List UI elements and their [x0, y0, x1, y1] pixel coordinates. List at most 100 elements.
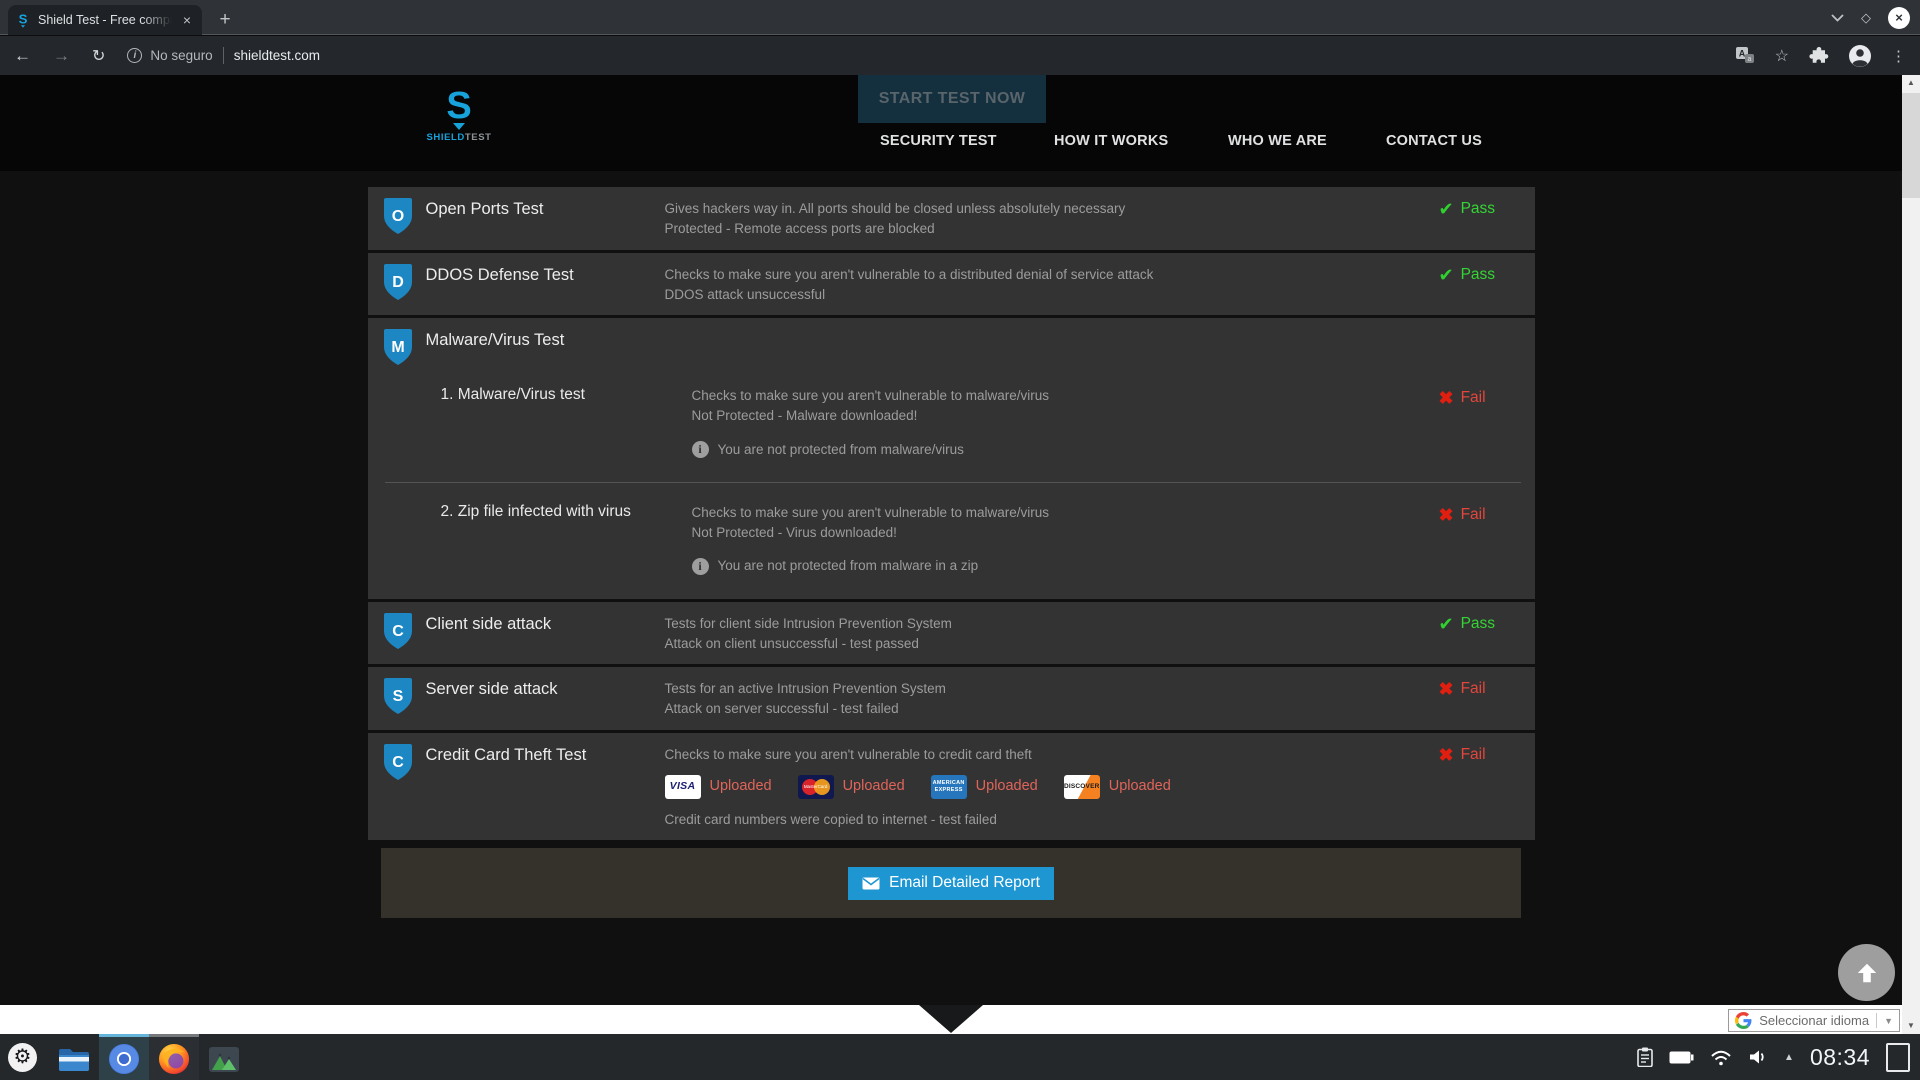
uploaded-label: Uploaded [976, 776, 1038, 798]
shieldtest-logo[interactable]: S SHIELDTEST [424, 85, 494, 143]
fail-x-icon: ✖ [1439, 506, 1454, 524]
shield-logo-icon: S [437, 85, 481, 131]
test-desc: Tests for client side Intrusion Preventi… [665, 614, 1439, 634]
email-report-panel: Email Detailed Report [381, 848, 1521, 918]
scroll-to-top-button[interactable] [1838, 944, 1895, 1001]
status-badge: ✖Fail [1439, 386, 1523, 460]
nav-security-test[interactable]: SECURITY TEST [880, 133, 997, 149]
browser-toolbar: ← → ↻ i No seguro shieldtest.com Aa ☆ ⋮ [0, 36, 1920, 75]
battery-icon[interactable] [1669, 1051, 1694, 1064]
svg-text:D: D [392, 274, 404, 291]
extensions-puzzle-icon[interactable] [1809, 46, 1829, 66]
test-row-credit-card: C Credit Card Theft Test Checks to make … [368, 733, 1535, 841]
test-result-text: Not Protected - Malware downloaded! [692, 406, 1439, 426]
page-viewport: S SHIELDTEST START TEST NOW SECURITY TES… [0, 75, 1902, 1034]
taskbar-green-app[interactable] [199, 1034, 249, 1080]
browser-scrollbar[interactable]: ▲ ▼ [1902, 75, 1920, 1034]
window-controls: ◇ × [1831, 0, 1910, 35]
test-desc: Checks to make sure you aren't vulnerabl… [692, 386, 1439, 406]
svg-text:A: A [1738, 48, 1745, 58]
firefox-icon [158, 1043, 190, 1075]
scrollbar-thumb[interactable] [1902, 93, 1920, 198]
svg-text:a: a [1747, 56, 1751, 63]
test-title: Client side attack [413, 612, 665, 655]
tray-expand-icon[interactable]: ▲ [1784, 1052, 1794, 1063]
taskbar-firefox[interactable] [149, 1034, 199, 1080]
fail-x-icon: ✖ [1439, 389, 1454, 407]
status-badge: ✖Fail [1439, 503, 1523, 577]
new-tab-button[interactable]: + [212, 7, 238, 33]
reload-button[interactable]: ↻ [92, 46, 105, 66]
google-g-icon [1735, 1012, 1752, 1029]
subtest-label: 2. Zip file infected with virus [441, 503, 692, 577]
start-test-now-button[interactable]: START TEST NOW [858, 75, 1046, 123]
google-translate-widget[interactable]: Seleccionar idioma ▼ [1728, 1009, 1900, 1032]
window-close-button[interactable]: × [1888, 7, 1910, 29]
email-detailed-report-button[interactable]: Email Detailed Report [848, 867, 1054, 900]
tab-title: Shield Test - Free comprehens [38, 13, 172, 27]
mastercard-card-icon: MasterCard [798, 775, 834, 799]
translate-dropdown-icon[interactable]: ▼ [1884, 1016, 1893, 1026]
site-info-icon[interactable]: i [127, 48, 142, 63]
volume-icon[interactable] [1748, 1048, 1768, 1066]
clipboard-icon[interactable] [1637, 1047, 1653, 1067]
test-result-text: Attack on server successful - test faile… [665, 699, 1439, 719]
test-row-open-ports: O Open Ports Test Gives hackers way in. … [368, 187, 1535, 250]
toolbar-right-icons: Aa ☆ ⋮ [1735, 45, 1906, 67]
status-badge: ✖Fail [1439, 677, 1523, 720]
wifi-icon[interactable] [1710, 1049, 1732, 1066]
app-menu-button[interactable]: ⚙ [8, 1043, 37, 1072]
browser-menu-icon[interactable]: ⋮ [1891, 47, 1906, 65]
subtest-label: 1. Malware/Virus test [441, 386, 692, 460]
show-desktop-button[interactable] [1886, 1043, 1910, 1072]
up-arrow-icon [1854, 960, 1880, 986]
uploaded-label: Uploaded [843, 776, 905, 798]
svg-text:S: S [392, 688, 403, 705]
nav-how-it-works[interactable]: HOW IT WORKS [1054, 133, 1168, 149]
status-badge: ✔Pass [1439, 197, 1523, 240]
forward-button[interactable]: → [53, 46, 70, 66]
test-result-text: Credit card numbers were copied to inter… [665, 810, 1439, 830]
profile-avatar[interactable] [1849, 45, 1871, 67]
tab-close-icon[interactable]: × [179, 12, 195, 28]
test-title: Credit Card Theft Test [413, 743, 665, 831]
test-desc: Tests for an active Intrusion Prevention… [665, 679, 1439, 699]
pass-check-icon: ✔ [1439, 200, 1454, 218]
security-label: No seguro [150, 48, 212, 63]
window-maximize-icon[interactable]: ◇ [1861, 10, 1871, 26]
window-shade-icon[interactable] [1831, 14, 1844, 22]
test-result-text: DDOS attack unsuccessful [665, 285, 1439, 305]
discover-card-icon: DISCOVER [1064, 775, 1100, 799]
status-badge: ✖Fail [1439, 743, 1523, 831]
envelope-icon [862, 877, 880, 890]
page-bottom-strip [0, 1005, 1902, 1034]
test-results-list: O Open Ports Test Gives hackers way in. … [368, 187, 1535, 840]
test-title: Malware/Virus Test [413, 328, 665, 366]
scrollbar-up-icon[interactable]: ▲ [1902, 75, 1920, 91]
taskbar-clock[interactable]: 08:34 [1810, 1044, 1870, 1071]
test-result-text: Attack on client unsuccessful - test pas… [665, 634, 1439, 654]
logo-text-shield: SHIELD [426, 132, 464, 143]
browser-tab[interactable]: S Shield Test - Free comprehens × [8, 5, 202, 35]
status-badge: ✔Pass [1439, 263, 1523, 306]
logo-text-test: TEST [465, 132, 492, 143]
test-row-client-side: C Client side attack Tests for client si… [368, 602, 1535, 665]
nav-contact-us[interactable]: CONTACT US [1386, 133, 1482, 149]
taskbar-chromium[interactable] [99, 1034, 149, 1080]
taskbar-file-manager[interactable] [49, 1034, 99, 1080]
svg-text:C: C [392, 754, 404, 771]
translate-icon[interactable]: Aa [1735, 46, 1755, 66]
test-result-text: Not Protected - Virus downloaded! [692, 523, 1439, 543]
bookmark-star-icon[interactable]: ☆ [1775, 46, 1789, 66]
scrollbar-down-icon[interactable]: ▼ [1902, 1018, 1920, 1034]
fail-x-icon: ✖ [1439, 746, 1454, 764]
screen: S Shield Test - Free comprehens × + ◇ × … [0, 0, 1920, 1080]
url-text[interactable]: shieldtest.com [234, 48, 320, 63]
test-row-malware-virus: M Malware/Virus Test 1. Malware/Virus te… [368, 318, 1535, 599]
nav-who-we-are[interactable]: WHO WE ARE [1228, 133, 1327, 149]
taskbar: ⚙ ▲ 08:34 [0, 1034, 1920, 1080]
back-button[interactable]: ← [14, 46, 31, 66]
pass-check-icon: ✔ [1439, 266, 1454, 284]
mountains-app-icon [208, 1043, 240, 1075]
test-badge-icon: D [383, 263, 413, 301]
